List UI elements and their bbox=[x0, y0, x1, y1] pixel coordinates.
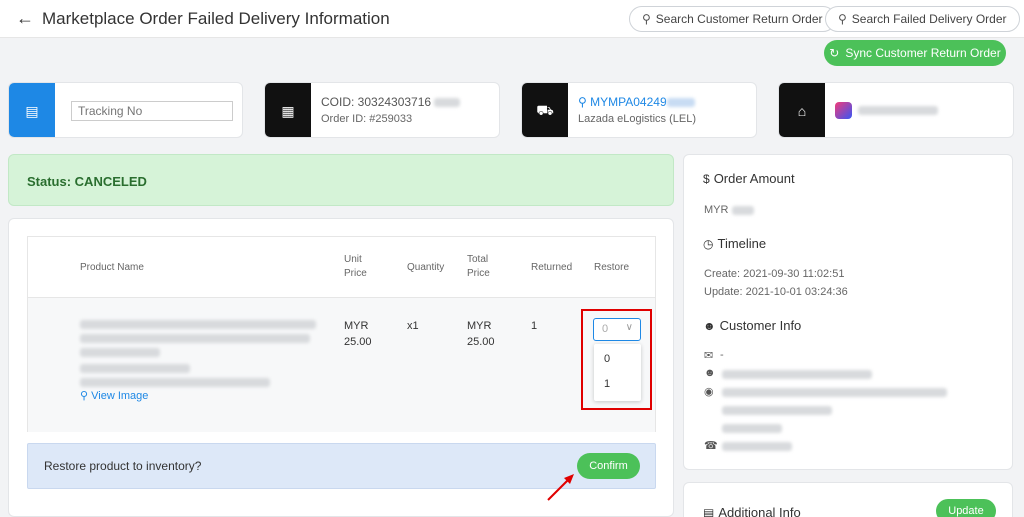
truck-icon: ⛟ bbox=[522, 83, 568, 137]
create-time: Create: 2021-09-30 11:02:51 bbox=[704, 268, 845, 280]
update-time: Update: 2021-10-01 03:24:36 bbox=[704, 286, 848, 298]
user-icon: ☻ bbox=[703, 319, 716, 333]
returned-value: 1 bbox=[531, 320, 538, 332]
col-returned: Returned bbox=[531, 262, 573, 273]
user-icon: ☻ bbox=[704, 367, 716, 379]
annotation-arrow-icon bbox=[547, 474, 574, 501]
document-icon: ▤ bbox=[703, 506, 715, 517]
search-icon: ⚲ bbox=[578, 95, 587, 109]
redacted-customer-name bbox=[722, 370, 872, 379]
confirm-button[interactable]: Confirm bbox=[577, 453, 640, 479]
order-id-text: Order ID: #259033 bbox=[321, 113, 413, 125]
restore-question: Restore product to inventory? bbox=[44, 459, 202, 473]
redacted-amount bbox=[731, 205, 754, 215]
additional-info-title: ▤ Additional Info bbox=[703, 505, 801, 517]
search-icon: ⚲ bbox=[838, 12, 847, 26]
additional-info-card: ▤ Additional Info Update bbox=[683, 482, 1013, 517]
annotation-highlight-box bbox=[581, 309, 652, 410]
redacted-product-name bbox=[80, 348, 160, 357]
redacted-shop-name bbox=[858, 106, 938, 115]
col-quantity: Quantity bbox=[407, 262, 445, 273]
search-failed-delivery-button[interactable]: ⚲ Search Failed Delivery Order bbox=[825, 6, 1020, 32]
table-row: MYR 25.00 x1 MYR 25.00 1 bbox=[28, 298, 655, 432]
order-id-card: ▦ COID: 30324303716 Order ID: #259033 bbox=[264, 82, 500, 138]
shop-logo-icon bbox=[835, 102, 852, 119]
search-icon: ⚲ bbox=[80, 390, 89, 402]
redacted-text bbox=[666, 98, 695, 108]
tracking-number-input[interactable] bbox=[71, 101, 233, 121]
shipping-card: ⛟ ⚲ MYMPA04249 Lazada eLogistics (LEL) bbox=[521, 82, 757, 138]
email-icon: ✉ bbox=[704, 350, 714, 362]
redacted-sku bbox=[80, 364, 190, 373]
shop-card: ⌂ bbox=[778, 82, 1014, 138]
receipt-icon: ▦ bbox=[265, 83, 311, 137]
col-restore: Restore bbox=[594, 262, 630, 273]
sync-icon: ↻ bbox=[829, 46, 840, 60]
col-unit-price: Unit Price bbox=[344, 254, 367, 279]
products-table: Product Name Unit Price Quantity Total Pri… bbox=[27, 236, 656, 432]
redacted-variation bbox=[80, 378, 270, 387]
card-icon: ▤ bbox=[9, 83, 55, 137]
timeline-title: ◷ Timeline bbox=[703, 236, 767, 251]
col-total-price: Total Price bbox=[467, 254, 490, 279]
courier-name: Lazada eLogistics (LEL) bbox=[578, 113, 697, 125]
update-button[interactable]: Update bbox=[936, 499, 996, 517]
email-value: - bbox=[720, 349, 724, 361]
home-icon: ⌂ bbox=[779, 83, 825, 137]
clock-icon: ◷ bbox=[703, 237, 714, 251]
unit-price-value: MYR 25.00 bbox=[344, 320, 372, 348]
location-icon: ◉ bbox=[704, 386, 714, 398]
sync-customer-return-button[interactable]: ↻ Sync Customer Return Order bbox=[824, 40, 1006, 66]
search-icon: ⚲ bbox=[642, 12, 651, 26]
redacted-address bbox=[722, 424, 782, 433]
order-amount-title: $ Order Amount bbox=[703, 171, 795, 186]
search-customer-return-button[interactable]: ⚲ Search Customer Return Order bbox=[629, 6, 836, 32]
redacted-text bbox=[434, 98, 461, 108]
redacted-address bbox=[722, 388, 947, 397]
currency-text: MYR bbox=[704, 204, 729, 216]
top-bar: ← Marketplace Order Failed Delivery Info… bbox=[0, 0, 1024, 38]
redacted-product-name bbox=[80, 320, 316, 329]
customer-info-title: ☻ Customer Info bbox=[703, 318, 802, 333]
status-text: Status: CANCELED bbox=[27, 174, 147, 189]
dollar-icon: $ bbox=[703, 172, 710, 186]
total-price-value: MYR 25.00 bbox=[467, 320, 495, 348]
back-arrow-icon[interactable]: ← bbox=[16, 8, 34, 29]
col-product-name: Product Name bbox=[80, 262, 144, 273]
quantity-value: x1 bbox=[407, 320, 419, 332]
order-summary-card: $ Order Amount MYR ◷ Timeline Create: 2021… bbox=[683, 154, 1013, 470]
redacted-phone bbox=[722, 442, 792, 451]
status-banner: Status: CANCELED bbox=[8, 154, 674, 206]
coid-text: COID: 30324303716 bbox=[321, 95, 432, 109]
redacted-address bbox=[722, 406, 832, 415]
view-image-link[interactable]: ⚲ View Image bbox=[80, 389, 148, 402]
phone-icon: ☎ bbox=[704, 440, 718, 452]
tracking-code-link[interactable]: MYMPA04249 bbox=[590, 95, 666, 109]
redacted-product-name bbox=[80, 334, 310, 343]
page-title: Marketplace Order Failed Delivery Inform… bbox=[42, 9, 390, 28]
tracking-card: ▤ bbox=[8, 82, 243, 138]
